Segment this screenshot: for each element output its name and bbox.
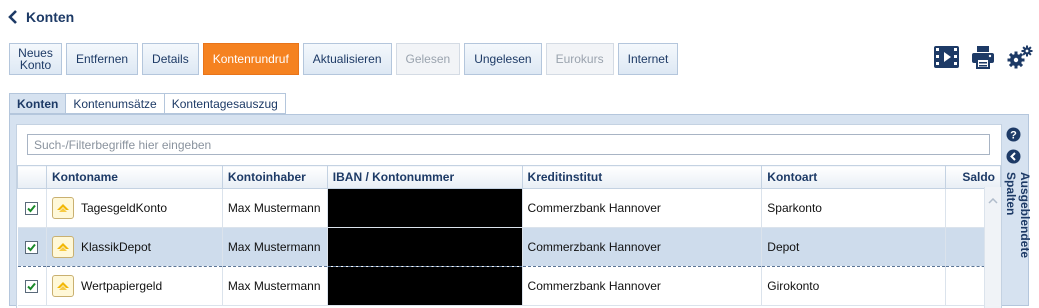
accounts-grid-container: Kontoname Kontoinhaber IBAN / Kontonumme… [16, 124, 1002, 308]
table-header-row: Kontoname Kontoinhaber IBAN / Kontonumme… [17, 165, 1002, 189]
iban-cell-redacted [327, 266, 523, 306]
mark-read-button[interactable]: Gelesen [395, 43, 461, 75]
account-type-cell: Depot [761, 227, 946, 267]
row-checkbox[interactable] [25, 202, 39, 216]
row-checkbox-cell [17, 188, 47, 228]
column-header-account-type[interactable]: Kontoart [761, 165, 946, 189]
row-checkbox-cell [17, 266, 47, 306]
video-icon[interactable] [934, 45, 959, 72]
tab-daily-statement[interactable]: Kontentagesauszug [163, 93, 286, 114]
mark-unread-button[interactable]: Ungelesen [464, 43, 542, 75]
refresh-button[interactable]: Aktualisieren [302, 43, 392, 75]
account-name: KlassikDepot [80, 240, 151, 254]
column-header-bank[interactable]: Kreditinstitut [521, 165, 763, 189]
column-header-holder[interactable]: Kontoinhaber [221, 165, 328, 189]
remove-button[interactable]: Entfernen [66, 43, 139, 75]
toolbar-right-icons [934, 45, 1033, 72]
euro-rate-button[interactable]: Eurokurs [545, 43, 614, 75]
account-name-cell: TagesgeldKonto [46, 188, 223, 228]
vertical-scrollbar[interactable] [984, 187, 1001, 308]
iban-cell-redacted [327, 227, 523, 267]
account-roundcall-button[interactable]: Kontenrundruf [202, 43, 299, 75]
settings-gears-icon[interactable] [1007, 45, 1033, 72]
commerzbank-logo-icon [51, 236, 74, 258]
scroll-up-icon[interactable] [988, 193, 998, 207]
help-icon[interactable]: ? [1006, 127, 1021, 145]
collapse-left-icon[interactable] [1006, 149, 1021, 167]
column-header-balance[interactable]: Saldo [944, 165, 1002, 189]
row-checkbox-cell [17, 227, 47, 267]
accounts-table: Kontoname Kontoinhaber IBAN / Kontonumme… [17, 165, 1002, 306]
row-checkbox[interactable] [25, 280, 39, 294]
column-header-iban[interactable]: IBAN / Kontonummer [326, 165, 523, 189]
details-button[interactable]: Details [142, 43, 199, 75]
tab-accounts[interactable]: Konten [9, 93, 66, 114]
commerzbank-logo-icon [51, 197, 74, 219]
new-account-button[interactable]: Neues Konto [9, 43, 62, 75]
svg-text:?: ? [1010, 130, 1017, 142]
holder-cell: Max Mustermann [222, 227, 328, 267]
page-title: Konten [26, 9, 75, 25]
account-type-cell: Girokonto [761, 266, 946, 306]
table-row[interactable]: KlassikDepot Max Mustermann Commerzbank … [17, 227, 1002, 267]
commerzbank-logo-icon [51, 275, 74, 297]
account-name: Wertpapiergeld [80, 279, 163, 293]
holder-cell: Max Mustermann [222, 188, 328, 228]
account-name-cell: KlassikDepot [46, 227, 223, 267]
account-name-cell: Wertpapiergeld [46, 266, 223, 306]
search-input[interactable] [27, 134, 990, 155]
accounts-panel: Kontoname Kontoinhaber IBAN / Kontonumme… [9, 114, 1032, 308]
row-checkbox[interactable] [25, 241, 39, 255]
back-button[interactable]: Konten [8, 6, 74, 28]
column-header-checkbox [17, 165, 47, 189]
account-name: TagesgeldKonto [80, 201, 168, 215]
table-row[interactable]: TagesgeldKonto Max Mustermann Commerzban… [17, 188, 1002, 228]
column-header-account-name[interactable]: Kontoname [45, 165, 223, 189]
iban-cell-redacted [327, 188, 523, 228]
hidden-columns-sidebar: ? Ausgeblendete Spalten [1003, 124, 1032, 304]
printer-icon[interactable] [971, 45, 995, 72]
tab-bar: Konten Kontenumsätze Kontentagesauszug [9, 93, 286, 114]
holder-cell: Max Mustermann [222, 266, 328, 306]
hidden-columns-label[interactable]: Ausgeblendete Spalten [1004, 172, 1032, 304]
table-row[interactable]: Wertpapiergeld Max Mustermann Commerzban… [17, 266, 1002, 306]
bank-cell: Commerzbank Hannover [522, 188, 763, 228]
toolbar: Neues Konto Entfernen Details Kontenrund… [9, 43, 679, 75]
chevron-left-icon [8, 10, 18, 24]
account-type-cell: Sparkonto [761, 188, 946, 228]
bank-cell: Commerzbank Hannover [522, 227, 763, 267]
bank-cell: Commerzbank Hannover [522, 266, 763, 306]
internet-button[interactable]: Internet [617, 43, 679, 75]
tab-account-transactions[interactable]: Kontenumsätze [65, 93, 164, 114]
